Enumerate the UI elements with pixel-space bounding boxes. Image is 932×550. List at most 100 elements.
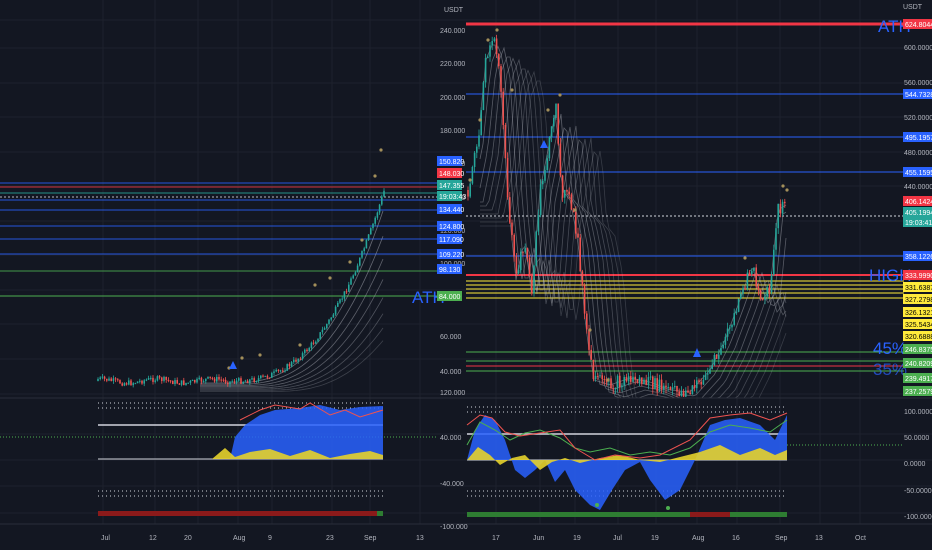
candle-body [372, 223, 374, 229]
signal-dot [785, 188, 789, 192]
candle-body [125, 383, 128, 385]
candle-body [235, 380, 238, 383]
left-price-tag-text: 148.030 [439, 171, 464, 178]
candle-body [566, 190, 568, 192]
left-y-tick: 40.000 [440, 369, 462, 376]
candle-body [751, 270, 753, 275]
candle-body [99, 377, 101, 379]
candle-body [682, 391, 685, 397]
left-x-tick: Sep [364, 535, 377, 542]
left-price-labels[interactable]: 150.820 148.030 147.355 19:03:43 134.440 124.… [437, 156, 466, 301]
candle-body [172, 381, 174, 385]
left-price-tag-text: 19:03:43 [439, 194, 466, 201]
right-x-tick: Sep [775, 535, 788, 542]
candle-body [176, 380, 178, 384]
candle-body [183, 380, 185, 385]
candle-body [740, 293, 742, 299]
candle-body [205, 378, 207, 382]
candle-body [564, 190, 566, 198]
candle-body [691, 385, 694, 395]
signal-dot [558, 93, 562, 97]
candle-body [308, 347, 310, 352]
candle-body [773, 249, 775, 275]
candle-body [295, 359, 297, 362]
candle-body [669, 386, 672, 390]
candle-body [526, 248, 529, 258]
candle-body [277, 369, 280, 371]
right-y-tick: 520.0000 [904, 115, 932, 122]
osc-bar-end [377, 511, 383, 516]
candle-body [312, 342, 315, 344]
candle-body [616, 375, 619, 388]
candle-body [671, 387, 674, 390]
candle-body [378, 204, 381, 213]
right-price-tag-text: 495.1957 [905, 135, 932, 142]
candle-body [275, 369, 277, 372]
candle-body [746, 272, 749, 289]
candle-body [114, 378, 117, 380]
candle-body [200, 377, 203, 382]
signal-dot [379, 148, 383, 152]
right-chart-pane[interactable]: ATH HIGH 45% 35% [466, 17, 912, 399]
candle-body [229, 381, 231, 385]
candle-body [484, 58, 487, 83]
candle-body [632, 376, 634, 382]
candle-body [513, 234, 515, 257]
right-price-tag-text: 246.8375 [905, 347, 932, 354]
candle-body [180, 380, 183, 385]
candle-body [630, 376, 632, 382]
trading-charts[interactable]: ATH ATH HIGH 45% 35% USDT USDT 240.000 22… [0, 0, 932, 550]
candle-body [733, 313, 735, 325]
candle-body [334, 306, 337, 315]
chart-grid [0, 0, 932, 524]
candle-body [535, 231, 537, 266]
left-x-tick: 13 [416, 535, 424, 542]
candle-body [487, 56, 489, 59]
left-y-tick: 220.000 [440, 61, 465, 68]
candle-body [590, 349, 592, 360]
candle-body [337, 302, 339, 307]
left-price-tag-text: 117.090 [439, 237, 464, 244]
candle-body [123, 383, 126, 386]
candle-body [680, 391, 683, 397]
candle-body [638, 377, 641, 383]
signal-dot [328, 276, 332, 280]
candle-body [641, 377, 643, 384]
ribbon-line [200, 279, 384, 387]
osc-signal-dot [595, 503, 599, 507]
candle-body [621, 385, 623, 388]
candle-body [718, 354, 720, 359]
candle-body [154, 380, 156, 382]
candle-body [612, 388, 614, 390]
signal-dot [348, 260, 352, 264]
candle-body [775, 228, 777, 250]
candle-body [509, 197, 511, 223]
candle-body [667, 386, 669, 388]
left-y-tick: 120.000 [440, 390, 465, 397]
candle-body [764, 296, 766, 300]
candle-body [722, 344, 724, 349]
candle-body [354, 272, 357, 276]
candle-body [597, 375, 599, 377]
candle-body [614, 387, 617, 390]
candle-body [356, 265, 359, 273]
candle-body [185, 382, 187, 385]
candle-body [744, 288, 746, 290]
candle-body [674, 385, 676, 388]
right-x-tick: Jul [613, 535, 622, 542]
candle-body [310, 342, 313, 348]
right-price-labels[interactable]: 624.8044 544.7328 495.1957 455.1595 406.1424… [903, 19, 932, 396]
candle-body [165, 376, 167, 380]
candle-body [332, 314, 335, 318]
candle-body [317, 338, 319, 342]
candle-body [293, 359, 295, 363]
candle-body [731, 324, 733, 328]
left-chart-pane[interactable]: ATH [0, 148, 445, 392]
right-oscillator-pane[interactable] [466, 406, 904, 517]
candle-body [647, 377, 650, 385]
ribbon-line [480, 69, 787, 399]
candle-body [720, 348, 722, 355]
candle-body [654, 378, 656, 390]
candle-body [352, 275, 354, 279]
candle-body [500, 66, 502, 92]
